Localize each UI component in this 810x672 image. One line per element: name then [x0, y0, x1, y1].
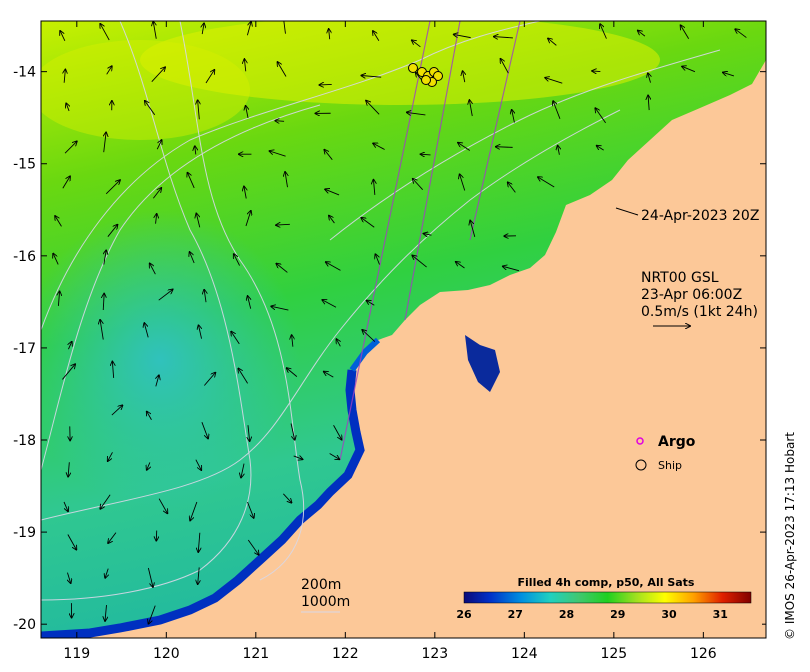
x-tick-label: 124: [511, 646, 538, 662]
colorbar-tick-label: 28: [559, 608, 574, 621]
x-tick-label: 119: [63, 646, 90, 662]
legend-ship-label: Ship: [658, 459, 682, 472]
current-source-label: NRT00 GSL: [641, 270, 719, 286]
x-tick-label: 121: [242, 646, 269, 662]
y-tick-label: -14: [13, 65, 36, 81]
colorbar-tick-label: 30: [661, 608, 677, 621]
credit-line: © IMOS 26-Apr-2023 17:13 Hobart: [783, 432, 797, 640]
colorbar-tick-label: 27: [508, 608, 523, 621]
colorbar-title: Filled 4h comp, p50, All Sats: [518, 576, 695, 589]
legend-argo-label: Argo: [658, 434, 696, 450]
cool-water-patch: [41, 210, 300, 510]
x-tick-label: 126: [690, 646, 717, 662]
sst-map: 119 120 121 122 123 124 125 126 -14 -15 -16 -17 -18…: [13, 20, 767, 662]
colorbar-tick-label: 29: [610, 608, 625, 621]
y-tick-label: -16: [13, 249, 36, 265]
colorbar-scale: [463, 591, 752, 604]
x-tick-label: 125: [600, 646, 627, 662]
warm-water-patch-north: [41, 40, 250, 140]
y-tick-label: -15: [13, 157, 36, 173]
plot-area: [41, 21, 766, 638]
y-tick-label: -19: [13, 525, 36, 541]
y-tick-label: -20: [13, 617, 36, 633]
colorbar-tick-label: 31: [713, 608, 728, 621]
track-time-label: 24-Apr-2023 20Z: [641, 208, 759, 224]
x-tick-label: 122: [332, 646, 359, 662]
y-tick-label: -18: [13, 433, 36, 449]
contour-1000-label: 1000m: [301, 594, 350, 610]
current-arrow: [592, 71, 601, 72]
current-arrow: [319, 84, 332, 85]
x-tick-label: 120: [153, 646, 180, 662]
y-tick-label: -17: [13, 341, 36, 357]
colorbar-tick-label: 26: [456, 608, 472, 621]
contour-200-label: 200m: [301, 577, 341, 593]
current-scale-label: 0.5m/s (1kt 24h): [641, 304, 758, 320]
x-tick-label: 123: [421, 646, 448, 662]
current-time-label: 23-Apr 06:00Z: [641, 287, 742, 303]
